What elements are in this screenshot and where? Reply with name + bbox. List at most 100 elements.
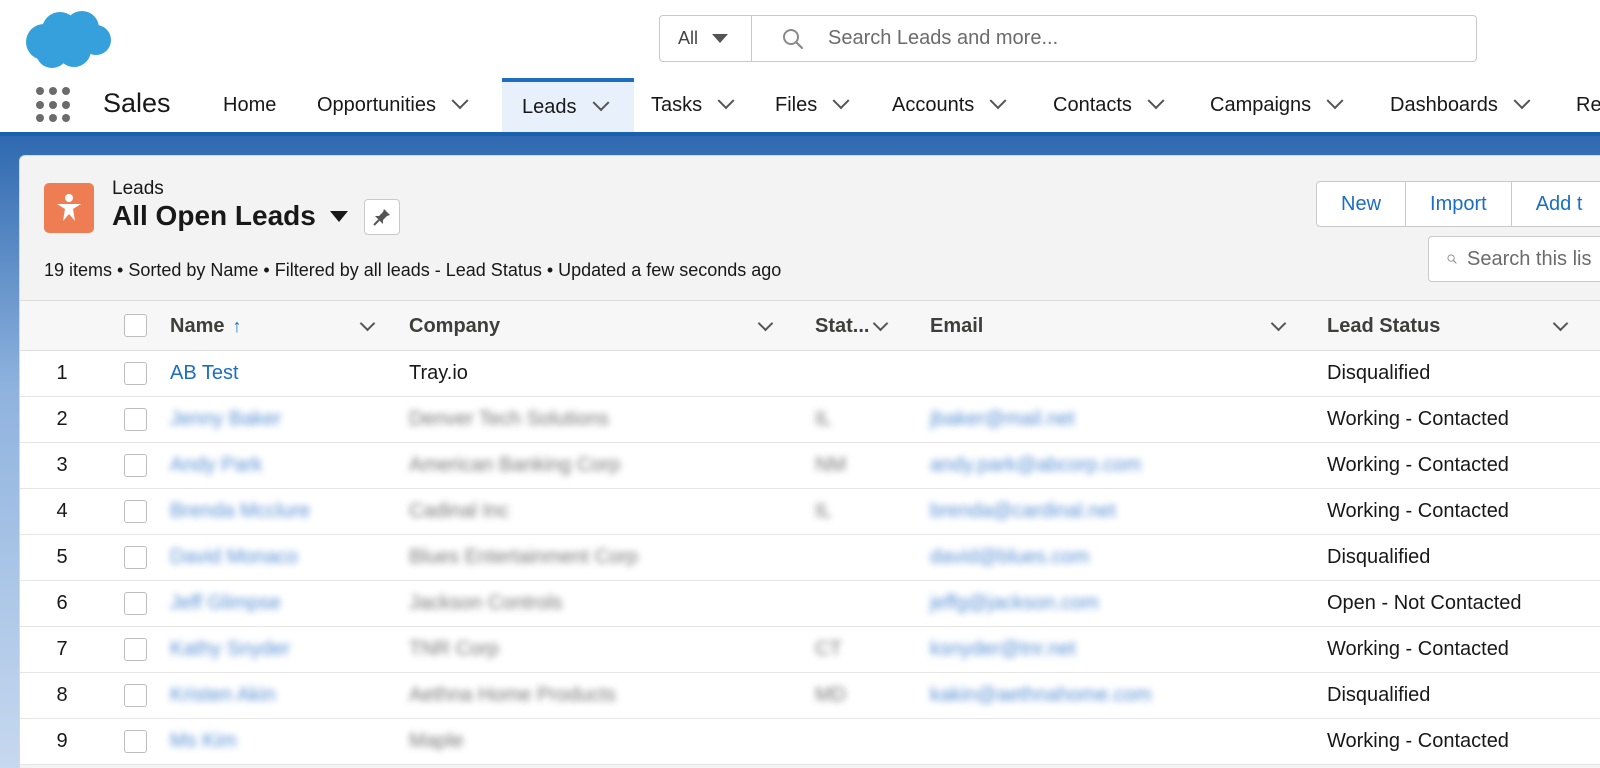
nav-tab-label: Campaigns: [1210, 93, 1312, 116]
state-cell: NM: [815, 454, 847, 476]
row-checkbox[interactable]: [124, 638, 147, 661]
lead-status-cell: Working - Contacted: [1327, 454, 1509, 476]
nav-tab-label: Tasks: [651, 93, 703, 116]
chevron-down-icon[interactable]: [1147, 92, 1165, 110]
lead-name-link[interactable]: David Monaco: [170, 535, 298, 580]
state-cell: MD: [815, 684, 847, 706]
column-header-company[interactable]: Company: [409, 301, 500, 351]
search-field[interactable]: [752, 16, 1476, 61]
nav-tab-label: Contacts: [1053, 93, 1132, 116]
table-row: 5 David Monaco Blues Entertainment Corp …: [20, 535, 1600, 581]
column-header-lead-status[interactable]: Lead Status: [1327, 301, 1440, 351]
salesforce-logo[interactable]: [22, 8, 112, 70]
search-scope-select[interactable]: All: [660, 16, 752, 61]
nav-tab-reports[interactable]: Re: [1556, 78, 1600, 132]
lead-name-link[interactable]: AB Test: [170, 351, 239, 396]
nav-tab-label: Home: [223, 93, 277, 116]
nav-tab-opportunities[interactable]: Opportunities: [297, 78, 469, 132]
row-checkbox[interactable]: [124, 684, 147, 707]
row-number: 8: [56, 684, 68, 706]
email-link[interactable]: david@blues.com: [930, 535, 1089, 580]
column-header-state[interactable]: Stat...: [815, 301, 869, 351]
table-row: 3 Andy Park American Banking Corp NM and…: [20, 443, 1600, 489]
row-checkbox[interactable]: [124, 730, 147, 753]
row-checkbox[interactable]: [124, 362, 147, 385]
list-actions: New Import Add t: [1316, 181, 1600, 227]
new-button[interactable]: New: [1316, 181, 1407, 227]
email-link[interactable]: kakin@aethnahome.com: [930, 673, 1152, 718]
nav-tab-home[interactable]: Home: [203, 78, 276, 132]
row-number: 2: [56, 408, 68, 430]
row-checkbox[interactable]: [124, 592, 147, 615]
email-link[interactable]: jbaker@mail.net: [930, 397, 1075, 442]
column-label: Lead Status: [1327, 314, 1441, 337]
email-link[interactable]: jeffg@jackson.com: [930, 581, 1099, 626]
company-cell: Blues Entertainment Corp: [409, 546, 639, 568]
column-label: Name: [170, 314, 225, 337]
table-row: 1 AB Test Tray.io Disqualified: [20, 351, 1600, 397]
column-header-name[interactable]: Name ↑: [170, 301, 241, 351]
email-link[interactable]: brenda@cardinal.net: [930, 489, 1116, 534]
row-checkbox[interactable]: [124, 500, 147, 523]
nav-tab-contacts[interactable]: Contacts: [1033, 78, 1165, 132]
lead-name-link[interactable]: Kristen Akin: [170, 673, 276, 718]
lead-object-icon: [44, 183, 94, 233]
app-launcher-icon[interactable]: [36, 87, 72, 123]
row-checkbox[interactable]: [124, 454, 147, 477]
column-header-email[interactable]: Email: [930, 301, 983, 351]
nav-tab-tasks[interactable]: Tasks: [631, 78, 735, 132]
company-cell: Aethna Home Products: [409, 684, 616, 706]
chevron-down-icon[interactable]: [592, 94, 609, 112]
lead-name-link[interactable]: Jeff Glimpse: [170, 581, 281, 626]
chevron-down-icon[interactable]: [989, 92, 1007, 110]
list-search[interactable]: [1428, 236, 1600, 282]
table-row: 6 Jeff Glimpse Jackson Controls jeffg@ja…: [20, 581, 1600, 627]
caret-down-icon: [712, 34, 729, 43]
pin-list-button[interactable]: [364, 199, 400, 235]
chevron-down-icon[interactable]: [359, 315, 376, 332]
lead-name-link[interactable]: Andy Park: [170, 443, 262, 488]
row-checkbox[interactable]: [124, 408, 147, 431]
email-link[interactable]: andy.park@abcorp.com: [930, 443, 1141, 488]
row-number: 1: [56, 362, 68, 384]
search-icon: [1447, 254, 1457, 264]
company-cell: Tray.io: [409, 362, 468, 384]
nav-tab-files[interactable]: Files: [755, 78, 850, 132]
chevron-down-icon[interactable]: [872, 315, 889, 332]
lead-name-link[interactable]: Jenny Baker: [170, 397, 281, 442]
lead-name-link[interactable]: Kathy Snyder: [170, 627, 290, 672]
nav-tab-accounts[interactable]: Accounts: [872, 78, 1007, 132]
add-to-campaign-button[interactable]: Add t: [1511, 181, 1600, 227]
chevron-down-icon[interactable]: [451, 92, 469, 110]
select-all-checkbox[interactable]: [124, 314, 147, 337]
chevron-down-icon[interactable]: [832, 92, 850, 110]
chevron-down-icon[interactable]: [1513, 92, 1531, 110]
nav-tab-campaigns[interactable]: Campaigns: [1190, 78, 1344, 132]
list-search-input[interactable]: [1467, 247, 1600, 271]
column-label: Company: [409, 314, 501, 337]
lead-status-cell: Working - Contacted: [1327, 500, 1509, 522]
lead-status-cell: Disqualified: [1327, 546, 1431, 568]
import-button[interactable]: Import: [1406, 181, 1512, 227]
chevron-down-icon[interactable]: [1326, 92, 1344, 110]
lead-name-link[interactable]: Brenda Mcclure: [170, 489, 310, 534]
chevron-down-icon[interactable]: [717, 92, 735, 110]
row-number: 3: [56, 454, 68, 476]
chevron-down-icon[interactable]: [1270, 315, 1287, 332]
row-checkbox[interactable]: [124, 546, 147, 569]
search-input[interactable]: [828, 27, 1428, 50]
nav-tab-dashboards[interactable]: Dashboards: [1370, 78, 1531, 132]
email-link[interactable]: ksnyder@tnr.net: [930, 627, 1076, 672]
app-name: Sales: [103, 88, 171, 118]
row-number: 9: [56, 730, 68, 752]
nav-tab-leads[interactable]: Leads: [502, 78, 634, 132]
caret-down-icon[interactable]: [329, 210, 348, 222]
app-navigation: Sales Home Opportunities Leads Tasks Fil…: [0, 78, 1600, 132]
lead-name-link[interactable]: Ms Kim: [170, 719, 237, 764]
list-view-selector[interactable]: All Open Leads: [112, 200, 348, 232]
chevron-down-icon[interactable]: [1552, 315, 1569, 332]
chevron-down-icon[interactable]: [757, 315, 774, 332]
nav-tab-label: Opportunities: [317, 93, 436, 116]
row-number: 6: [56, 592, 68, 614]
company-cell: Jackson Controls: [409, 592, 563, 614]
